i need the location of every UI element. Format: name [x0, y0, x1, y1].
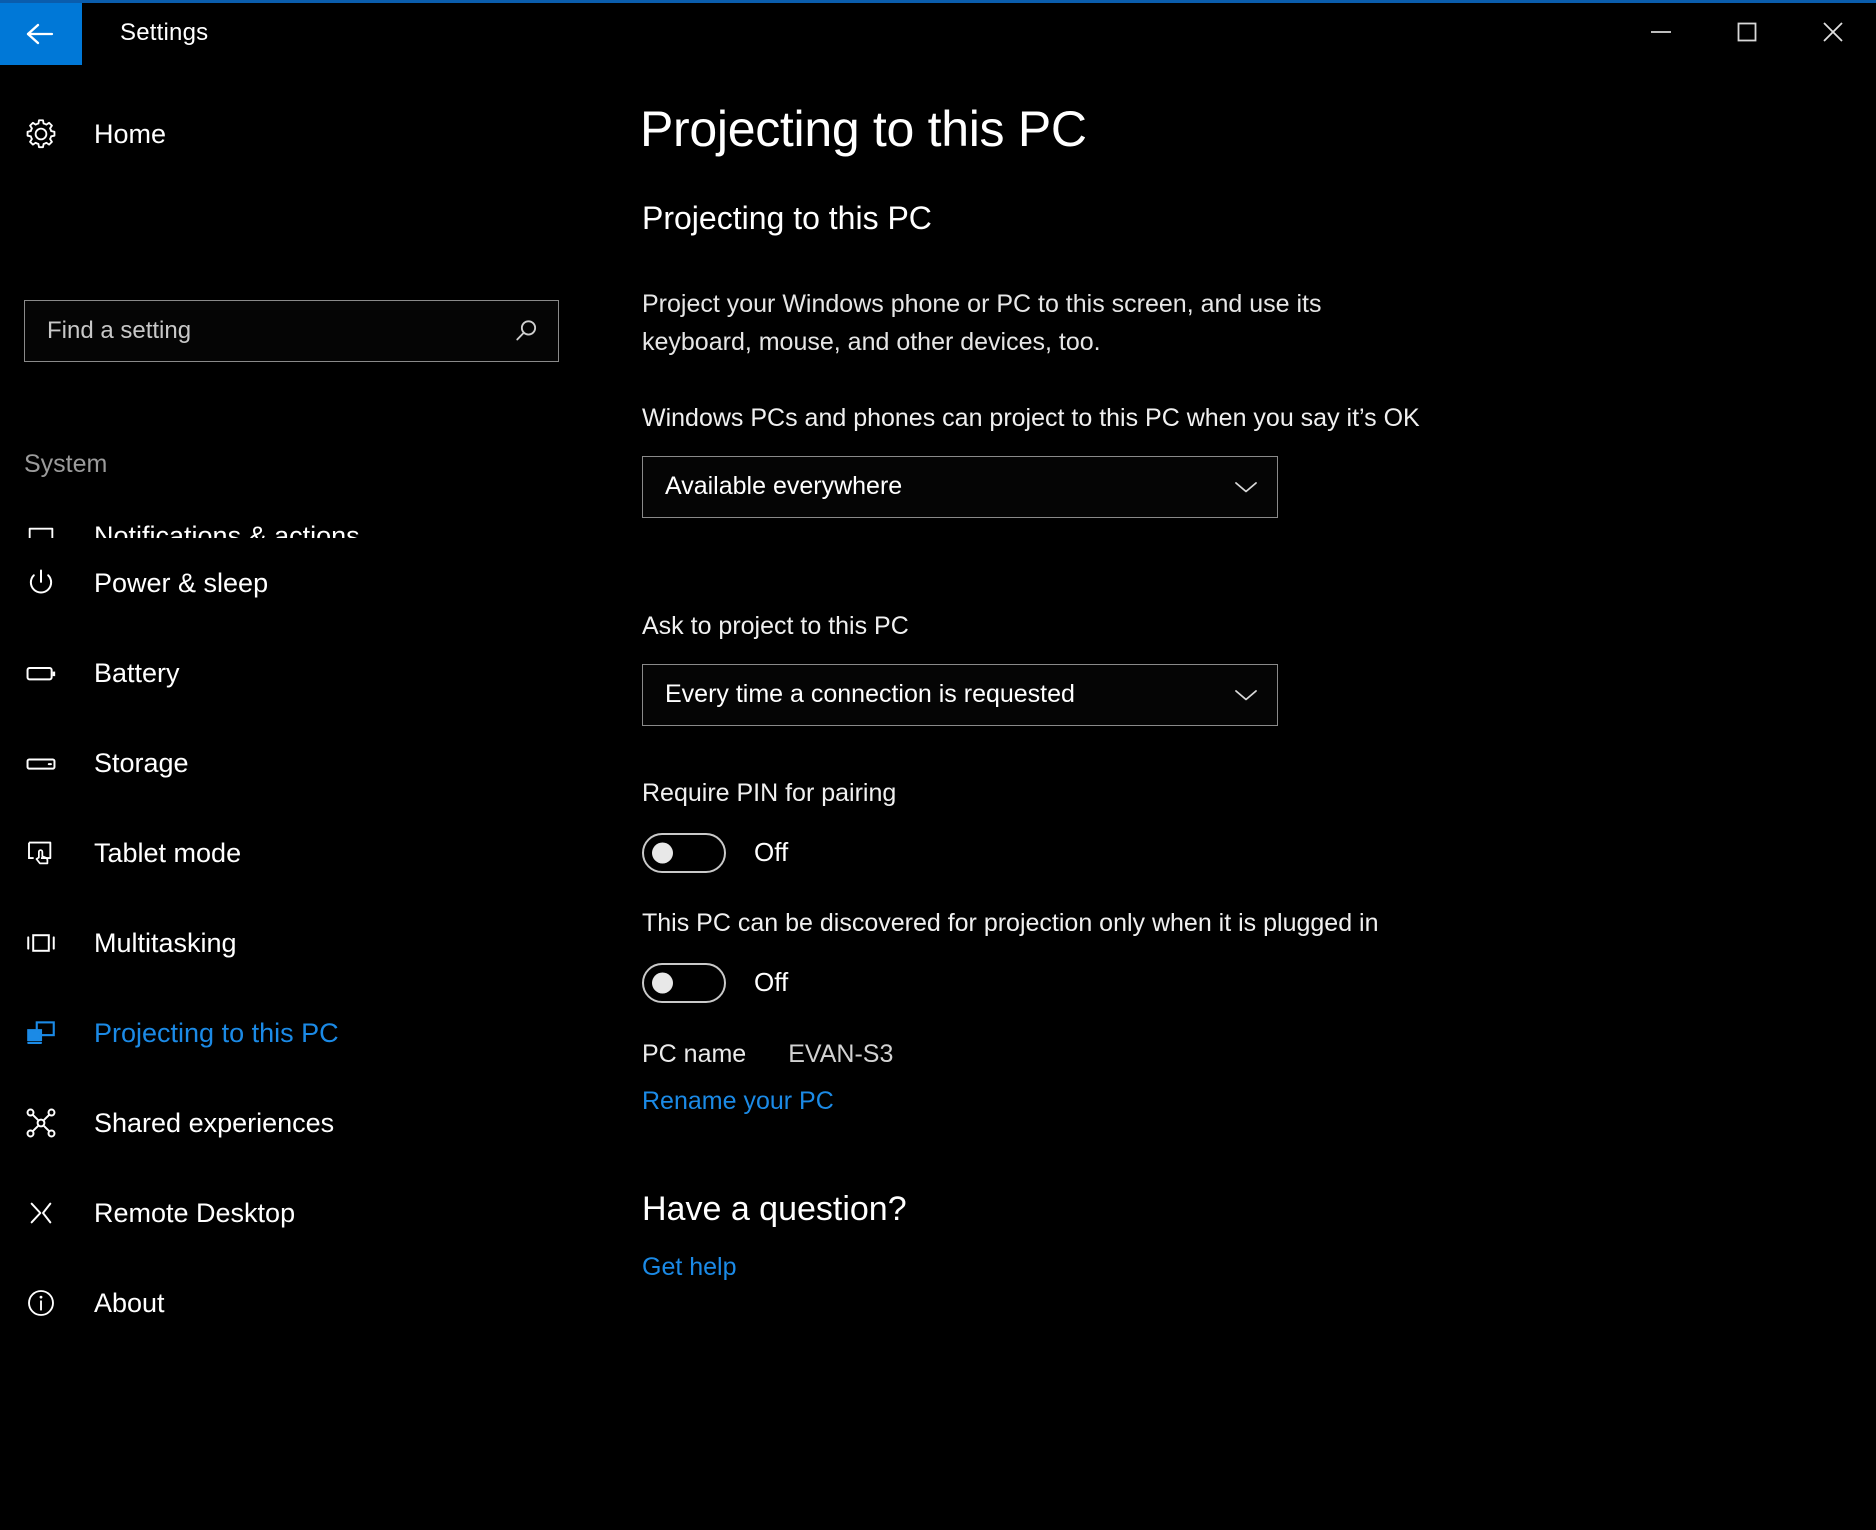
tablet-mode-icon: [10, 837, 72, 869]
chevron-down-icon: [1215, 479, 1277, 495]
sidebar-item-shared-experiences[interactable]: Shared experiences: [0, 1078, 640, 1168]
availability-value: Available everywhere: [665, 472, 903, 500]
ask-to-project-setting: Ask to project to this PC Every time a c…: [642, 608, 1472, 726]
minimize-icon: [1649, 25, 1673, 44]
maximize-icon: [1736, 21, 1758, 48]
sidebar-item-power-sleep-label: Power & sleep: [94, 567, 269, 598]
back-button[interactable]: [0, 3, 82, 65]
plugged-in-only-toggle-row: Off: [642, 962, 1472, 1003]
settings-window: Settings Home Find a setting System Noti…: [0, 0, 1876, 1530]
ask-to-project-label: Ask to project to this PC: [642, 612, 909, 640]
availability-setting: Windows PCs and phones can project to th…: [642, 400, 1472, 518]
sidebar-item-notifications-actions[interactable]: Notifications & actions: [0, 490, 640, 538]
sidebar-item-about-label: About: [94, 1287, 165, 1318]
sidebar-item-projecting-to-this-pc[interactable]: Projecting to this PC: [0, 988, 640, 1078]
require-pin-label: Require PIN for pairing: [642, 779, 897, 807]
help-link-row: Get help: [642, 1253, 737, 1282]
plugged-in-only-label: This PC can be discovered for projection…: [642, 909, 1379, 937]
storage-icon: [10, 746, 72, 780]
pc-name-value: EVAN-S3: [788, 1040, 894, 1068]
search-box[interactable]: [24, 300, 559, 362]
main-content: Projecting to this PC Projecting to this…: [640, 65, 1876, 1530]
sidebar-section-label: System: [24, 450, 108, 478]
sidebar-item-multitasking[interactable]: Multitasking: [0, 898, 640, 988]
close-icon: [1821, 20, 1845, 49]
plugged-in-only-state: Off: [754, 967, 789, 997]
window-title: Settings: [120, 19, 209, 46]
page-title: Projecting to this PC: [640, 101, 1087, 157]
sidebar-item-storage[interactable]: Storage: [0, 718, 640, 808]
sidebar-nav-list: Notifications & actions Power & sleep Ba…: [0, 490, 640, 1348]
availability-label: Windows PCs and phones can project to th…: [642, 404, 1420, 432]
ask-to-project-value: Every time a connection is requested: [665, 680, 1075, 708]
require-pin-toggle-row: Off: [642, 832, 1472, 873]
get-help-link[interactable]: Get help: [642, 1253, 737, 1281]
sidebar-item-battery-label: Battery: [94, 657, 180, 688]
toggle-knob: [652, 972, 673, 993]
sidebar-item-about[interactable]: About: [0, 1258, 640, 1348]
sidebar-item-multitasking-label: Multitasking: [94, 927, 237, 958]
sidebar-item-power-sleep[interactable]: Power & sleep: [0, 538, 640, 628]
ask-to-project-dropdown[interactable]: Every time a connection is requested: [642, 663, 1278, 726]
sidebar-item-battery[interactable]: Battery: [0, 628, 640, 718]
sidebar-item-projecting-to-this-pc-label: Projecting to this PC: [94, 1017, 339, 1048]
sidebar-item-storage-label: Storage: [94, 747, 189, 778]
page-description: Project your Windows phone or PC to this…: [642, 290, 1322, 356]
sidebar: Home System Notifications & actions: [0, 65, 640, 1530]
availability-dropdown[interactable]: Available everywhere: [642, 455, 1278, 518]
sidebar-item-shared-experiences-label: Shared experiences: [94, 1107, 335, 1138]
sidebar-item-home[interactable]: Home: [0, 105, 640, 163]
require-pin-state: Off: [754, 837, 789, 867]
sidebar-item-tablet-mode[interactable]: Tablet mode: [0, 808, 640, 898]
sidebar-item-remote-desktop-label: Remote Desktop: [94, 1197, 296, 1228]
search-input[interactable]: [25, 316, 494, 346]
section-heading: Projecting to this PC: [642, 200, 932, 236]
remote-desktop-icon: [10, 1197, 72, 1229]
projecting-icon: [10, 1016, 72, 1050]
plugged-in-only-setting: This PC can be discovered for projection…: [642, 905, 1472, 1003]
sidebar-item-notifications-actions-label: Notifications & actions: [94, 521, 360, 538]
notifications-icon: [10, 520, 72, 538]
title-bar: Settings: [0, 3, 1876, 65]
maximize-button[interactable]: [1704, 3, 1790, 65]
minimize-button[interactable]: [1618, 3, 1704, 65]
back-arrow-icon: [24, 20, 58, 48]
plugged-in-only-toggle[interactable]: [642, 962, 726, 1003]
require-pin-setting: Require PIN for pairing Off: [642, 775, 1472, 873]
power-icon: [10, 567, 72, 599]
window-controls: [1618, 3, 1876, 65]
rename-pc-row: Rename your PC: [642, 1087, 834, 1116]
toggle-knob: [652, 842, 673, 863]
shared-experiences-icon: [10, 1106, 72, 1140]
gear-icon: [10, 117, 72, 151]
sidebar-item-tablet-mode-label: Tablet mode: [94, 837, 242, 868]
sidebar-item-remote-desktop[interactable]: Remote Desktop: [0, 1168, 640, 1258]
sidebar-item-home-label: Home: [94, 118, 167, 149]
pc-name-row: PC name EVAN-S3: [642, 1040, 893, 1069]
close-button[interactable]: [1790, 3, 1876, 65]
battery-icon: [10, 656, 72, 690]
chevron-down-icon: [1215, 687, 1277, 703]
multitasking-icon: [10, 926, 72, 960]
search-icon[interactable]: [494, 316, 558, 346]
help-heading: Have a question?: [642, 1190, 907, 1228]
rename-your-pc-link[interactable]: Rename your PC: [642, 1087, 834, 1115]
pc-name-label: PC name: [642, 1040, 747, 1068]
require-pin-toggle[interactable]: [642, 832, 726, 873]
info-icon: [10, 1287, 72, 1319]
